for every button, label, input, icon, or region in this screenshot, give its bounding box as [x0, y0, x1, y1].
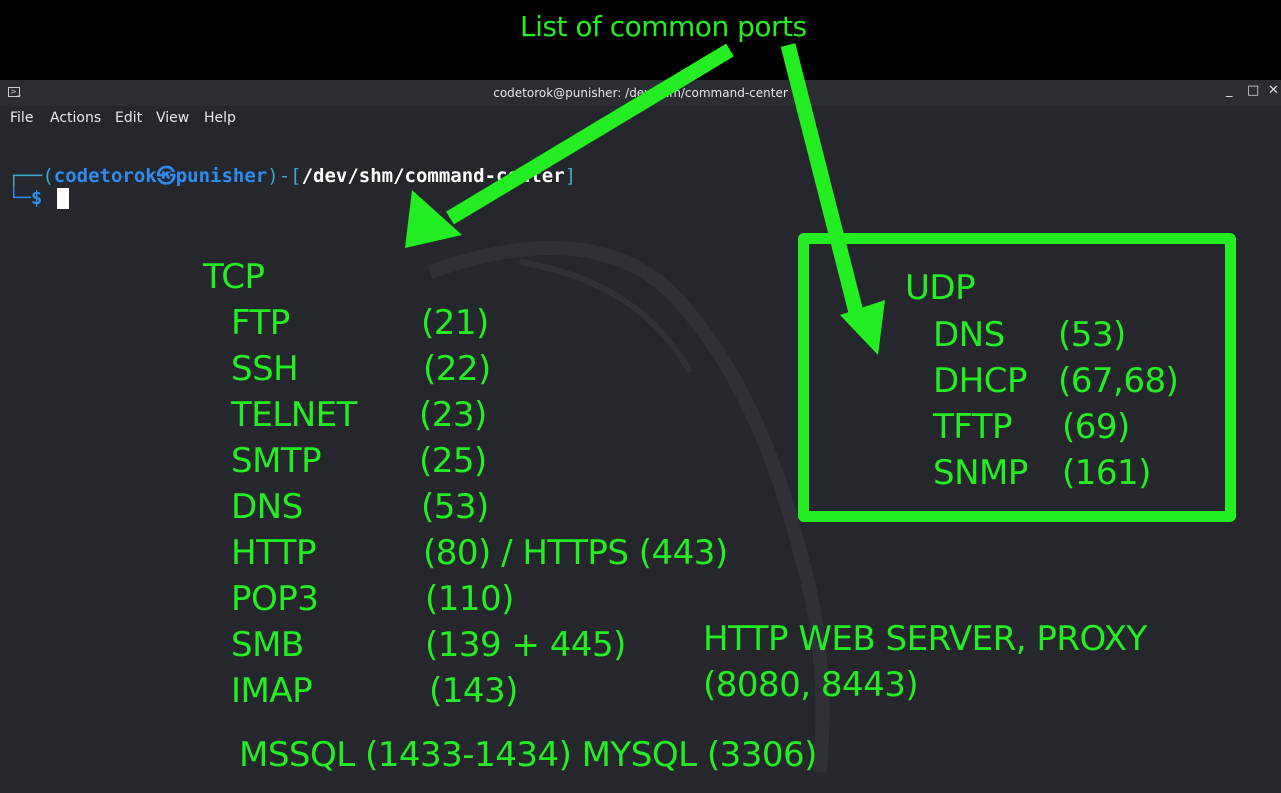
- arrow-to-udp-shaft: [780, 43, 866, 322]
- annotation-arrows: [405, 43, 885, 355]
- arrow-to-tcp-shaft: [446, 43, 734, 225]
- arrow-to-udp-head-icon: [840, 300, 885, 355]
